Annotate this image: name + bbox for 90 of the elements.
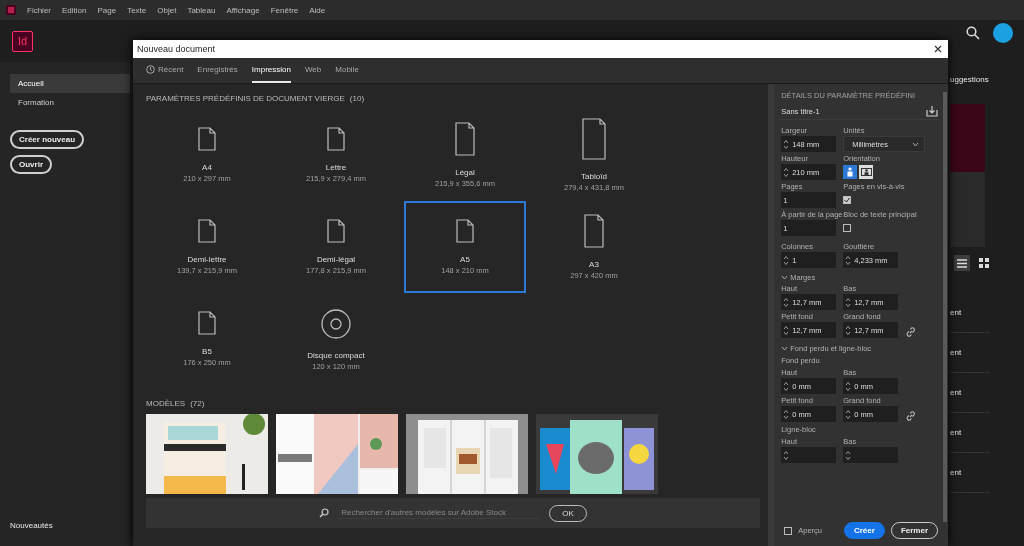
checkbox[interactable] bbox=[784, 526, 793, 535]
pill-button[interactable]: Créer nouveau bbox=[10, 130, 85, 149]
page-icon bbox=[456, 219, 474, 243]
menu-item[interactable]: Fenêtre bbox=[270, 5, 299, 15]
spinner-icon[interactable] bbox=[783, 254, 790, 266]
list-view-icon[interactable] bbox=[954, 255, 970, 271]
tab[interactable]: Enregistrés bbox=[197, 58, 238, 83]
spinner-icon[interactable] bbox=[845, 408, 852, 420]
disc-icon bbox=[321, 309, 351, 339]
link-icon[interactable] bbox=[905, 326, 918, 338]
person-icon bbox=[846, 167, 855, 177]
section-heading: MODÈLES bbox=[146, 399, 186, 408]
number-field[interactable] bbox=[781, 447, 837, 463]
page-icon bbox=[584, 214, 604, 248]
page-icon bbox=[582, 118, 606, 160]
page-icon bbox=[327, 219, 345, 243]
preset-name: Tabloïd bbox=[581, 172, 607, 181]
count-label: (72) bbox=[190, 399, 205, 408]
menu-item[interactable]: Aide bbox=[309, 5, 326, 15]
count-label: (10) bbox=[349, 94, 365, 103]
tab[interactable]: Mobile bbox=[335, 58, 359, 83]
page-icon bbox=[198, 127, 216, 151]
search-field[interactable]: Rechercher d'autres modèles sur Adobe Stock bbox=[339, 507, 540, 519]
tab[interactable]: Impression bbox=[251, 58, 291, 83]
sidebar-link[interactable]: Nouveautés bbox=[10, 521, 130, 530]
preset-name: Demi-lettre bbox=[187, 255, 227, 264]
page-icon bbox=[198, 219, 216, 243]
avatar-icon[interactable] bbox=[993, 23, 1013, 43]
chevron-icon[interactable] bbox=[781, 345, 789, 352]
app-icon[interactable] bbox=[6, 5, 16, 15]
spinner-icon[interactable] bbox=[845, 380, 852, 392]
section-heading: uggestions bbox=[950, 75, 990, 84]
orientation-button[interactable] bbox=[859, 165, 874, 179]
list-item-text: ent bbox=[950, 388, 962, 397]
page-icon bbox=[327, 127, 345, 151]
list-item-text: ent bbox=[950, 348, 962, 357]
preset-name: Demi-légal bbox=[316, 255, 356, 264]
create-button[interactable]: Créer bbox=[843, 522, 885, 539]
spinner-icon[interactable] bbox=[783, 166, 790, 178]
spinner-icon[interactable] bbox=[783, 408, 790, 420]
menu-item[interactable]: Page bbox=[97, 5, 117, 15]
grid-view-icon[interactable] bbox=[976, 255, 992, 271]
preset-name: A3 bbox=[589, 260, 599, 269]
menu-item[interactable]: Tableau bbox=[187, 5, 216, 15]
spinner-icon[interactable] bbox=[845, 296, 852, 308]
menu-item[interactable]: Objet bbox=[157, 5, 177, 15]
spinner-icon[interactable] bbox=[783, 324, 790, 336]
spinner-icon[interactable] bbox=[783, 449, 790, 461]
menu-item[interactable]: Texte bbox=[127, 5, 147, 15]
tab[interactable]: Récent bbox=[146, 58, 184, 83]
section-heading: PARAMÈTRES PRÉDÉFINIS DE DOCUMENT VIERGE bbox=[146, 94, 345, 103]
link-icon[interactable] bbox=[905, 410, 918, 422]
list-item-text: ent bbox=[950, 308, 962, 317]
page-icon bbox=[455, 122, 475, 156]
sidebar-item[interactable]: Accueil bbox=[10, 74, 130, 93]
checkbox[interactable] bbox=[843, 196, 852, 204]
pill-button[interactable]: Ouvrir bbox=[10, 155, 52, 174]
preset-name: A4 bbox=[202, 163, 212, 172]
chevron-icon[interactable] bbox=[781, 274, 789, 281]
menu-item[interactable]: Affichage bbox=[226, 5, 260, 15]
spinner-icon[interactable] bbox=[845, 254, 852, 266]
preset-name: Lettre bbox=[325, 163, 347, 172]
spinner-icon[interactable] bbox=[783, 296, 790, 308]
preset-name: Légal bbox=[455, 168, 475, 177]
spinner-icon[interactable] bbox=[783, 380, 790, 392]
list-item-text: ent bbox=[950, 428, 962, 437]
menu-item[interactable]: Edition bbox=[62, 5, 87, 15]
banner-panel bbox=[950, 104, 985, 172]
close-icon[interactable] bbox=[934, 45, 942, 53]
chevron-icon[interactable] bbox=[912, 140, 920, 148]
menu-item[interactable]: Fichier bbox=[27, 5, 51, 15]
checkbox[interactable] bbox=[843, 224, 852, 232]
preset-name: B5 bbox=[202, 347, 212, 356]
dialog-title: Nouveau document bbox=[137, 44, 216, 54]
preset-name: A5 bbox=[460, 255, 470, 264]
number-field[interactable] bbox=[843, 447, 899, 463]
spinner-icon[interactable] bbox=[783, 138, 790, 150]
search-icon[interactable] bbox=[966, 26, 980, 40]
page-icon bbox=[198, 311, 216, 335]
search-icon bbox=[319, 508, 330, 518]
preset-name: Disque compact bbox=[307, 351, 365, 360]
tab[interactable]: Web bbox=[304, 58, 322, 83]
app-logo: Id bbox=[12, 30, 33, 52]
save-icon[interactable] bbox=[926, 105, 938, 117]
list-item-text: ent bbox=[950, 468, 962, 477]
spinner-icon[interactable] bbox=[845, 324, 852, 336]
spinner-icon[interactable] bbox=[845, 449, 852, 461]
orientation-button[interactable] bbox=[843, 165, 858, 179]
clock-icon bbox=[146, 65, 155, 74]
landscape-person-icon bbox=[860, 168, 872, 176]
